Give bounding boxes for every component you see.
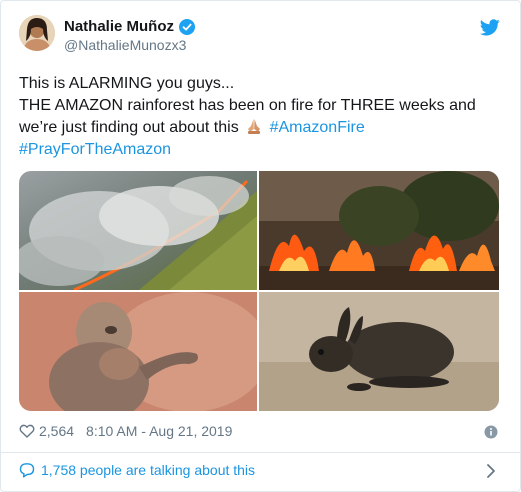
talking-count-text[interactable]: 1,758 people are talking about this	[41, 462, 255, 478]
media-grid	[19, 171, 499, 411]
info-icon[interactable]	[484, 425, 498, 439]
aerial-forest-fire-photo[interactable]	[19, 171, 257, 290]
tweet-line-1: This is ALARMING you guys...	[19, 75, 235, 92]
speech-bubble-icon	[19, 463, 35, 478]
author-name-row[interactable]: Nathalie Muñoz	[64, 18, 196, 35]
tweet-card: Nathalie Muñoz @NathalieMunozx3 This is …	[0, 0, 521, 492]
tweet-line-2: THE AMAZON rainforest has been on fire f…	[19, 97, 476, 114]
hashtag-amazonfire-link[interactable]: #AmazonFire	[270, 119, 365, 136]
praying-hands-icon	[248, 119, 261, 134]
verified-badge-icon	[179, 18, 196, 35]
author-handle[interactable]: @NathalieMunozx3	[64, 37, 186, 53]
hashtag-prayfortheamazon-link[interactable]: #PrayForTheAmazon	[19, 139, 505, 161]
burned-rabbit-photo[interactable]	[259, 292, 499, 411]
display-name[interactable]: Nathalie Muñoz	[64, 18, 174, 35]
like-count[interactable]: 2,564	[39, 423, 74, 439]
tweet-meta: 2,564 8:10 AM - Aug 21, 2019	[19, 423, 232, 439]
tweet-text: This is ALARMING you guys... THE AMAZON …	[19, 73, 505, 161]
forest-flames-photo[interactable]	[259, 171, 499, 290]
monkeys-photo[interactable]	[19, 292, 257, 411]
tweet-timestamp[interactable]: 8:10 AM - Aug 21, 2019	[86, 423, 232, 439]
tweet-line-3-text: we’re just finding out about this	[19, 119, 239, 136]
divider	[1, 452, 521, 453]
chevron-right-icon[interactable]	[486, 463, 496, 479]
tweet-line-3: we’re just finding out about this #Amazo…	[19, 117, 505, 139]
heart-icon[interactable]	[19, 423, 35, 439]
twitter-bird-icon[interactable]	[480, 19, 500, 36]
conversation-link[interactable]: 1,758 people are talking about this	[19, 462, 255, 478]
avatar[interactable]	[19, 15, 55, 51]
